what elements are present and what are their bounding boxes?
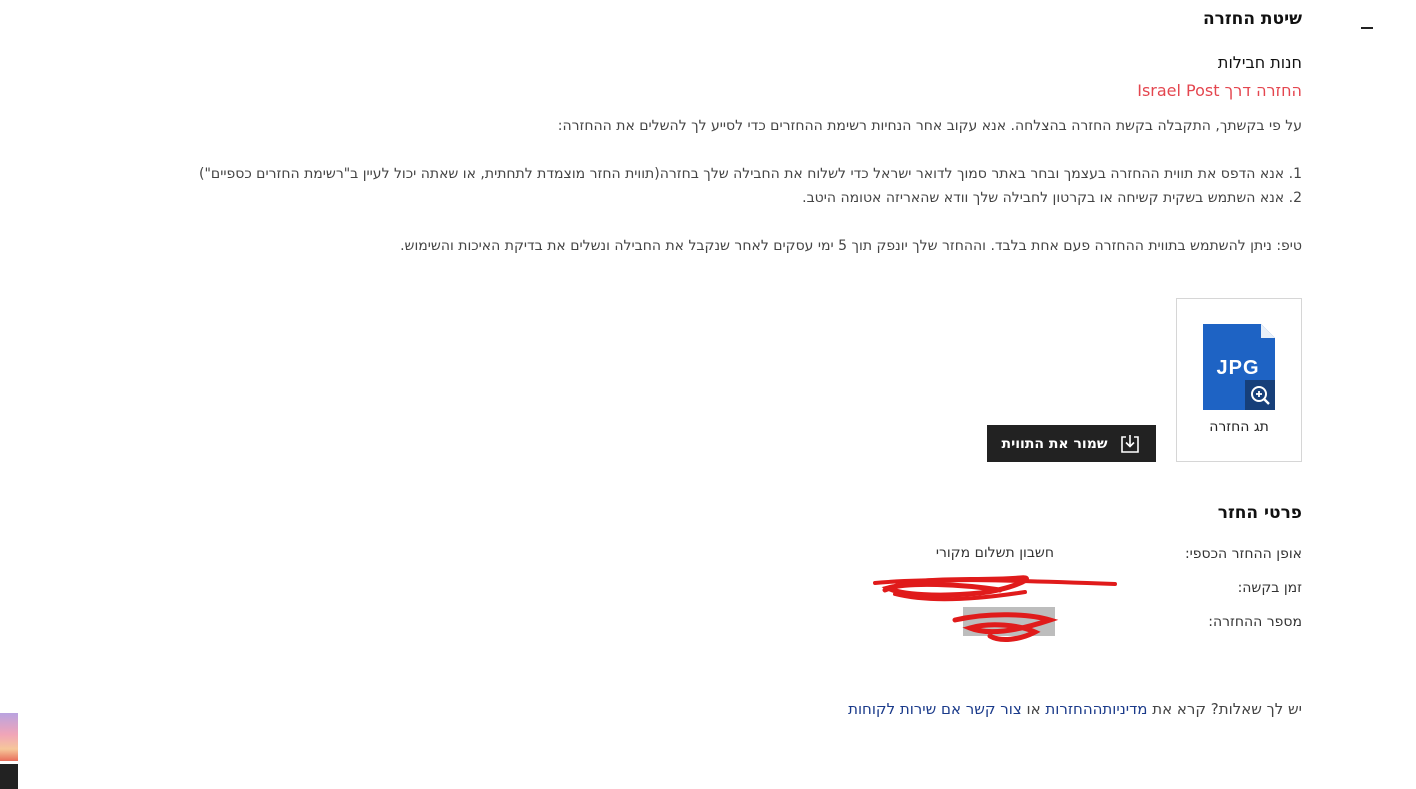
jpg-file-icon[interactable]: JPG xyxy=(1203,324,1275,410)
refund-method-label: אופן ההחזר הכספי: xyxy=(1184,546,1302,562)
side-widget-button[interactable] xyxy=(0,764,18,789)
side-banner-thumbnail[interactable] xyxy=(0,713,18,761)
save-label-button[interactable]: שמור את התווית xyxy=(987,425,1156,462)
refund-details-title: פרטי החזר xyxy=(1217,503,1302,523)
instructions-step-2: 2. אנא השתמש בשקית קשיחה או בקרטון לחביל… xyxy=(802,190,1302,206)
help-line: יש לך שאלות? קרא את מדיניותההחזרות או צו… xyxy=(848,700,1302,718)
return-label-card[interactable]: JPG תג החזרה xyxy=(1176,298,1302,462)
jpg-file-type: JPG xyxy=(1216,357,1259,379)
instructions-tip: טיפ: ניתן להשתמש בתווית ההחזרה פעם אחת ב… xyxy=(400,238,1302,254)
instructions-intro: על פי בקשתך, התקבלה בקשת החזרה בהצלחה. א… xyxy=(557,118,1302,134)
collapse-toggle[interactable] xyxy=(1361,27,1373,29)
save-label-text: שמור את התווית xyxy=(1001,435,1108,452)
store-name: חנות חבילות xyxy=(1217,53,1302,72)
zoom-in-icon[interactable] xyxy=(1245,380,1275,410)
label-card-caption: תג החזרה xyxy=(1209,419,1269,435)
return-number-label: מספר ההחזרה: xyxy=(1208,614,1302,630)
download-icon xyxy=(1121,434,1140,453)
request-time-label: זמן בקשה: xyxy=(1237,580,1302,596)
help-prefix: יש לך שאלות? קרא את xyxy=(1152,700,1302,718)
contact-support-link[interactable]: צור קשר אם שירות לקוחות xyxy=(848,700,1022,718)
instructions-step-1: 1. אנא הדפס את תווית ההחזרה בעצמך ובחר ב… xyxy=(199,166,1302,182)
section-title: שיטת החזרה xyxy=(1202,9,1302,29)
return-method: החזרה דרך Israel Post xyxy=(1137,81,1302,100)
return-policy-link[interactable]: מדיניותההחזרות xyxy=(1045,700,1147,718)
refund-method-value: חשבון תשלום מקורי xyxy=(935,545,1054,561)
redaction-scribble xyxy=(873,575,1117,642)
help-middle: או xyxy=(1026,700,1041,718)
return-instructions: על פי בקשתך, התקבלה בקשת החזרה בהצלחה. א… xyxy=(162,114,1302,258)
